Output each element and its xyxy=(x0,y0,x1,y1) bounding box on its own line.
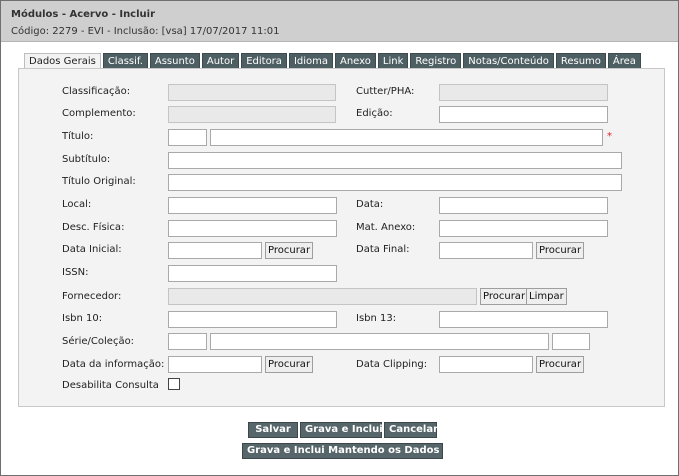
mat-anexo-field[interactable] xyxy=(439,220,608,237)
window: Módulos - Acervo - Incluir Código: 2279 … xyxy=(0,0,679,476)
data-label: Data: xyxy=(356,199,384,210)
desabilita-consulta-label: Desabilita Consulta xyxy=(62,380,159,391)
grava-inclui-button[interactable]: Grava e Inclui xyxy=(300,422,383,438)
cutter-label: Cutter/PHA: xyxy=(356,86,415,97)
tab-idioma[interactable]: Idioma xyxy=(288,53,333,69)
titulo-label: Título: xyxy=(62,131,94,142)
classificacao-field xyxy=(168,84,336,101)
edicao-label: Edição: xyxy=(356,108,393,119)
issn-label: ISSN: xyxy=(62,267,89,278)
required-marker: * xyxy=(607,131,612,142)
complemento-label: Complemento: xyxy=(62,108,136,119)
data-clipping-procurar-button[interactable]: Procurar xyxy=(536,356,585,373)
isbn10-label: Isbn 10: xyxy=(62,313,103,324)
fornecedor-field xyxy=(168,288,477,305)
data-final-procurar-button[interactable]: Procurar xyxy=(536,242,585,259)
fornecedor-label: Fornecedor: xyxy=(62,291,122,302)
data-field[interactable] xyxy=(439,197,608,214)
data-final-field[interactable] xyxy=(439,242,533,259)
data-inicial-field[interactable] xyxy=(168,242,262,259)
tab-area[interactable]: Área xyxy=(607,53,641,69)
isbn10-field[interactable] xyxy=(168,311,337,328)
tab-classif[interactable]: Classif. xyxy=(102,53,148,69)
title-bar: Módulos - Acervo - Incluir Código: 2279 … xyxy=(1,1,678,42)
tab-resumo[interactable]: Resumo xyxy=(555,53,606,69)
data-informacao-procurar-button[interactable]: Procurar xyxy=(265,356,314,373)
serie-colecao-label: Série/Coleção: xyxy=(62,336,135,347)
cutter-field xyxy=(439,84,608,101)
data-final-label: Data Final: xyxy=(356,244,410,255)
desc-fisica-label: Desc. Física: xyxy=(62,222,125,233)
mat-anexo-label: Mat. Anexo: xyxy=(356,222,416,233)
tab-bar: Dados Gerais Classif. Assunto Autor Edit… xyxy=(24,53,641,70)
tab-registro[interactable]: Registro xyxy=(410,53,462,69)
data-inicial-label: Data Inicial: xyxy=(62,244,122,255)
titulo-article-field[interactable] xyxy=(168,129,207,146)
isbn13-label: Isbn 13: xyxy=(356,313,397,324)
data-informacao-field[interactable] xyxy=(168,356,262,373)
titulo-original-field[interactable] xyxy=(168,174,622,191)
tab-editora[interactable]: Editora xyxy=(241,53,287,69)
window-title: Módulos - Acervo - Incluir xyxy=(11,9,156,20)
data-inicial-procurar-button[interactable]: Procurar xyxy=(265,242,314,259)
fornecedor-procurar-button[interactable]: Procurar xyxy=(480,288,529,305)
serie-colecao-field[interactable] xyxy=(210,333,549,350)
titulo-field[interactable] xyxy=(210,129,603,146)
tab-anexo[interactable]: Anexo xyxy=(335,53,376,69)
data-clipping-field[interactable] xyxy=(439,356,533,373)
salvar-button[interactable]: Salvar xyxy=(248,422,298,438)
subtitulo-label: Subtítulo: xyxy=(62,154,111,165)
cancelar-button[interactable]: Cancelar xyxy=(384,422,438,438)
grava-inclui-mantendo-button[interactable]: Grava e Inclui Mantendo os Dados xyxy=(242,443,443,459)
classificacao-label: Classificação: xyxy=(62,86,131,97)
data-clipping-label: Data Clipping: xyxy=(356,359,428,370)
isbn13-field[interactable] xyxy=(439,311,608,328)
complemento-field xyxy=(168,106,336,123)
desabilita-consulta-checkbox[interactable] xyxy=(168,378,180,390)
tab-notas-conteudo[interactable]: Notas/Conteúdo xyxy=(463,53,554,69)
subtitulo-field[interactable] xyxy=(168,152,622,169)
serie-numero-field[interactable] xyxy=(552,333,590,350)
issn-field[interactable] xyxy=(168,265,337,282)
tab-assunto[interactable]: Assunto xyxy=(149,53,200,69)
edicao-field[interactable] xyxy=(439,106,608,123)
titulo-original-label: Título Original: xyxy=(62,176,136,187)
desc-fisica-field[interactable] xyxy=(168,220,337,237)
tab-link[interactable]: Link xyxy=(377,53,409,69)
local-label: Local: xyxy=(62,199,92,210)
local-field[interactable] xyxy=(168,197,337,214)
window-subtitle: Código: 2279 - EVI - Inclusão: [vsa] 17/… xyxy=(11,26,280,37)
serie-article-field[interactable] xyxy=(168,333,207,350)
data-informacao-label: Data da informação: xyxy=(62,359,165,370)
fornecedor-limpar-button[interactable]: Limpar xyxy=(526,288,567,305)
tab-autor[interactable]: Autor xyxy=(201,53,240,69)
